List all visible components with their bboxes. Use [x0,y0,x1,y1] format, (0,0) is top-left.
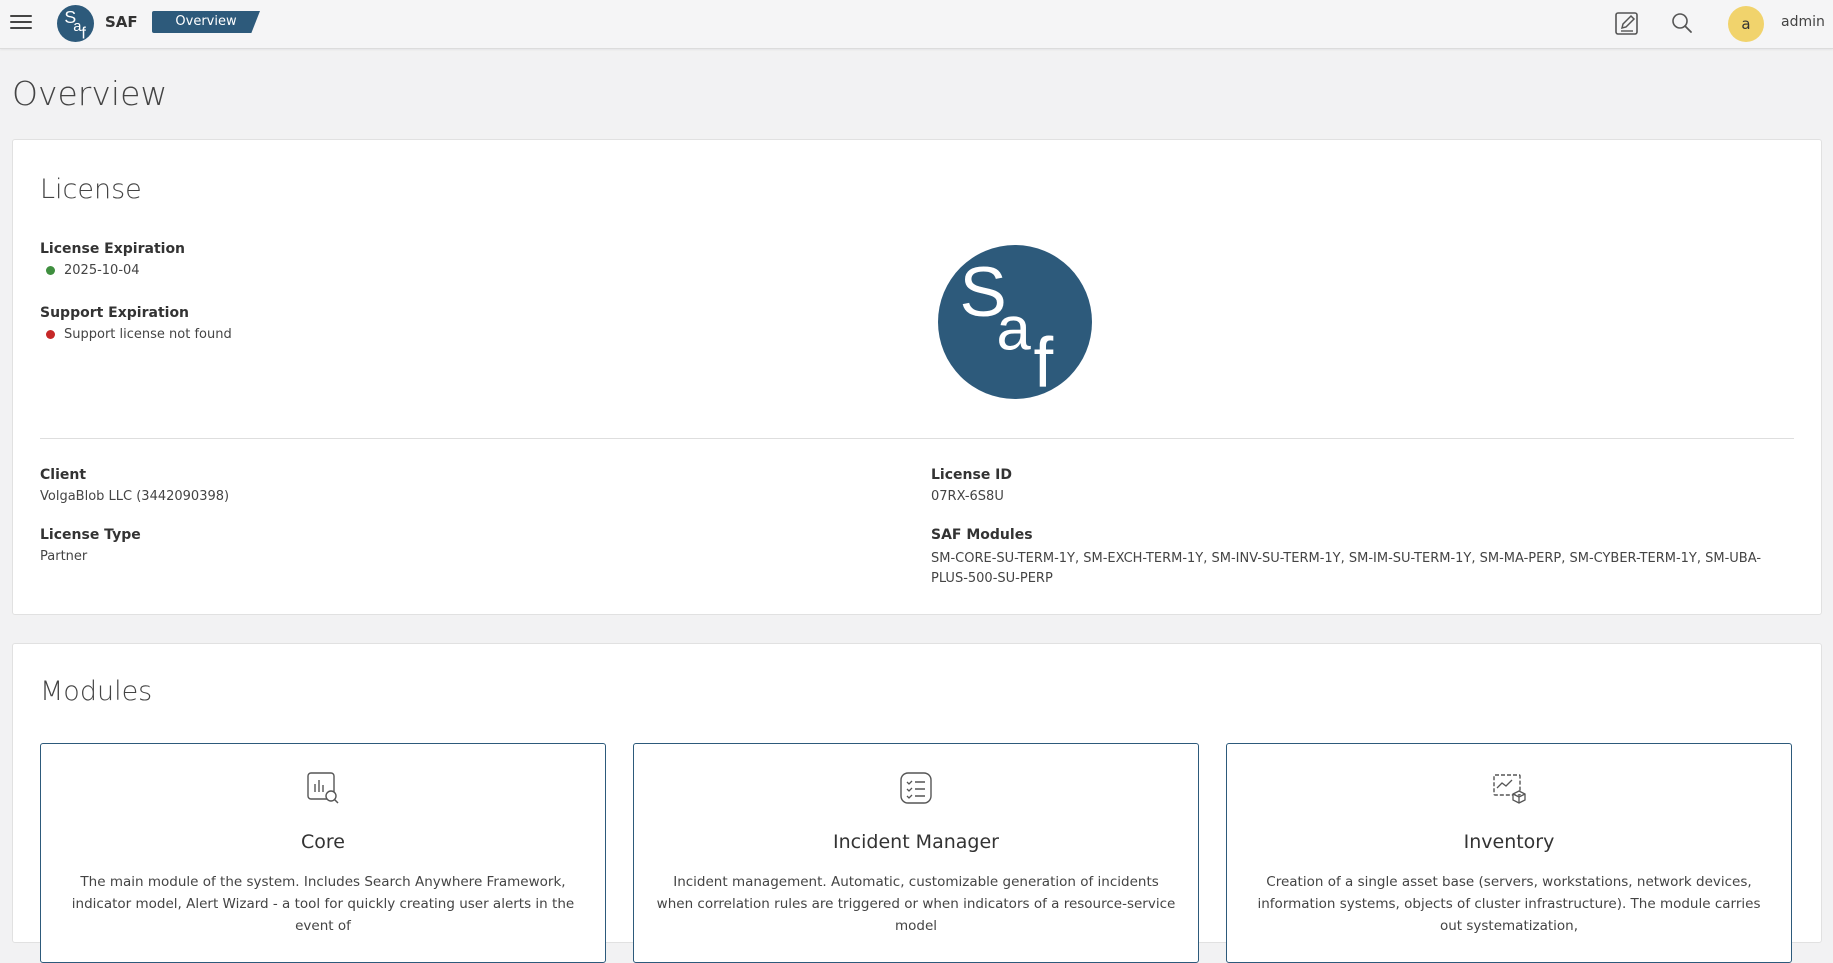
saf-modules-value: SM-CORE-SU-TERM-1Y, SM-EXCH-TERM-1Y, SM-… [931,551,1762,586]
status-dot-green [46,266,55,275]
modules-title: Modules [40,676,153,707]
support-expiration-value: Support license not found [64,327,232,342]
license-id-value: 07RX-6S8U [931,489,1004,504]
license-title: License [40,174,142,205]
client-value: VolgaBlob LLC (3442090398) [40,489,230,504]
menu-icon[interactable] [10,12,32,32]
license-expiration-status: 2025-10-04 [46,263,140,278]
client-label: Client [40,467,87,483]
top-bar: S a f SAF Overview a admin [0,0,1833,49]
svg-text:a: a [997,295,1032,364]
checklist-icon [900,772,932,804]
inventory-icon [1493,774,1526,804]
saf-logo-large-icon: S a f [938,245,1092,399]
support-expiration-label: Support Expiration [40,305,190,321]
license-panel: License License Expiration 2025-10-04 Su… [12,139,1822,615]
modules-panel: Modules Core The main module of the syst… [12,643,1822,963]
module-title: Incident Manager [833,831,999,853]
edit-icon[interactable] [1614,10,1640,36]
avatar[interactable]: a [1728,6,1764,42]
module-description: Incident management. Automatic, customiz… [656,874,1176,934]
module-card-incident-manager[interactable]: Incident Manager Incident management. Au… [633,743,1199,963]
saf-logo-icon[interactable]: S a f [57,5,94,42]
saf-modules-label: SAF Modules [931,527,1033,543]
page-title: Overview [12,74,168,113]
module-description: Creation of a single asset base (servers… [1257,874,1761,934]
support-expiration-status: Support license not found [46,327,232,342]
app-name[interactable]: SAF [105,13,138,31]
license-id-label: License ID [931,467,1013,483]
module-title: Core [301,831,345,853]
status-dot-red [46,330,55,339]
breadcrumb-overview[interactable]: Overview [152,11,260,33]
module-card-core[interactable]: Core The main module of the system. Incl… [40,743,606,963]
module-title: Inventory [1463,831,1555,853]
license-expiration-label: License Expiration [40,241,186,257]
search-icon[interactable] [1669,10,1695,36]
chart-search-icon [307,772,339,804]
license-type-label: License Type [40,527,141,543]
svg-text:a: a [73,19,82,35]
module-description: The main module of the system. Includes … [71,874,575,934]
username[interactable]: admin [1781,14,1825,30]
svg-text:f: f [81,24,86,42]
license-type-value: Partner [40,549,88,564]
license-expiration-value: 2025-10-04 [64,263,140,278]
divider [40,438,1794,439]
svg-text:f: f [1033,324,1053,399]
module-card-inventory[interactable]: Inventory Creation of a single asset bas… [1226,743,1792,963]
